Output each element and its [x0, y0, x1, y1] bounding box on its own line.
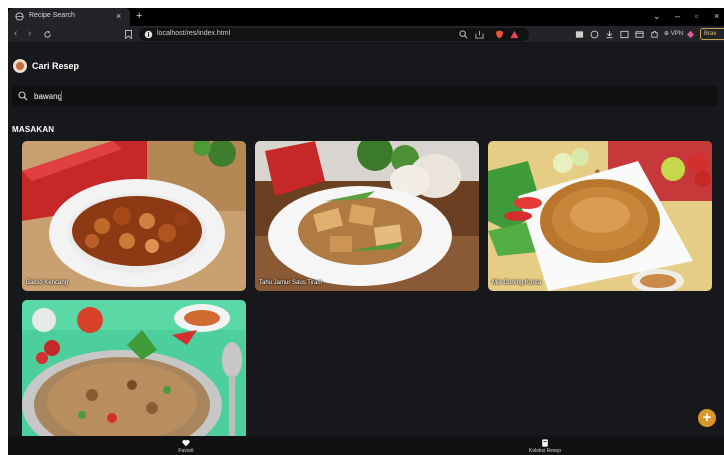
reader-icon[interactable] [575, 30, 584, 39]
heart-icon [182, 439, 190, 447]
app-header: Cari Resep [8, 44, 724, 84]
bookmark-icon[interactable] [125, 30, 132, 39]
recipe-card[interactable]: Mie Goreng Korea [488, 141, 712, 291]
section-title: MASAKAN [12, 125, 55, 134]
search-icon [18, 91, 28, 101]
recipe-name: Bakso Kencang [26, 280, 69, 286]
back-icon[interactable]: ‹ [14, 29, 17, 39]
nav-collection[interactable]: Koleksi Resep [515, 439, 575, 454]
minimize-icon[interactable]: – [675, 11, 680, 21]
wallet-icon[interactable] [635, 30, 644, 39]
book-icon [542, 439, 548, 447]
brave-shield-icon[interactable] [495, 30, 504, 39]
search-input[interactable] [34, 89, 634, 103]
nav-favorites-label: Favorit [178, 448, 194, 454]
bottom-navigation: Favorit Koleksi Resep [8, 436, 724, 455]
rewards-icon[interactable] [510, 30, 519, 39]
recipe-image [22, 300, 246, 450]
recipe-card[interactable]: Bakso Kencang [22, 141, 246, 291]
leo-ai-icon[interactable] [686, 30, 695, 39]
tab-strip: Recipe Search × + ⌄ – ▫ × [8, 8, 724, 26]
chat-icon[interactable] [590, 30, 599, 39]
new-tab-icon[interactable]: + [136, 10, 142, 22]
extensions-icon[interactable] [650, 30, 659, 39]
close-tab-icon[interactable]: × [116, 11, 121, 21]
search-bar[interactable] [12, 86, 718, 106]
plus-icon: + [702, 409, 712, 426]
forward-icon[interactable]: › [28, 29, 31, 39]
add-recipe-button[interactable]: + [698, 409, 716, 427]
recipe-name: Mie Goreng Korea [492, 280, 542, 286]
browser-window: Recipe Search × + ⌄ – ▫ × ‹ › localhost/… [8, 8, 724, 455]
sidebar-icon[interactable] [620, 30, 629, 39]
vpn-button[interactable]: ⊕ VPN [664, 30, 683, 37]
recipe-image [255, 141, 479, 291]
recipe-image [488, 141, 712, 291]
url-text: localhost/res/index.html [157, 30, 231, 37]
chevron-down-icon[interactable]: ⌄ [653, 11, 661, 21]
recipe-image [22, 141, 246, 291]
nav-favorites[interactable]: Favorit [156, 439, 216, 454]
share-icon[interactable] [475, 30, 484, 39]
app-title: Cari Resep [32, 61, 80, 71]
app-logo-icon [13, 59, 27, 73]
tab-title: Recipe Search [29, 12, 75, 19]
address-bar[interactable]: localhost/res/index.html [139, 28, 529, 41]
reload-icon[interactable] [43, 30, 52, 39]
info-icon[interactable] [144, 30, 153, 39]
browser-toolbar: ‹ › localhost/res/index.html ⊕ VPN Brav [8, 26, 724, 43]
text-caret [61, 91, 62, 101]
download-icon[interactable] [605, 30, 614, 39]
brave-menu-button[interactable]: Brav [700, 28, 724, 40]
browser-tab[interactable]: Recipe Search × [8, 8, 130, 26]
nav-collection-label: Koleksi Resep [529, 448, 561, 454]
zoom-icon[interactable] [459, 30, 468, 39]
recipe-name: Tahu Jamur Saus Tiram [259, 280, 323, 286]
recipe-card[interactable]: Tahu Jamur Saus Tiram [255, 141, 479, 291]
globe-icon [15, 12, 24, 21]
recipe-card[interactable] [22, 300, 246, 450]
restore-icon[interactable]: ▫ [695, 11, 698, 21]
close-window-icon[interactable]: × [714, 11, 719, 21]
